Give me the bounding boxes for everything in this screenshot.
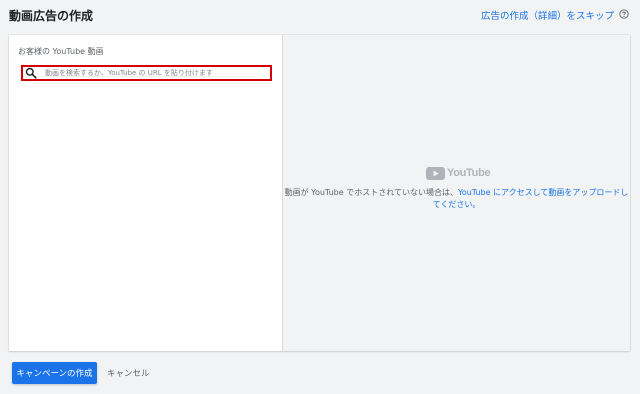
video-preview-panel: YouTube 動画が YouTube でホストされていない場合は、YouTub… (283, 35, 630, 351)
footer-actions: キャンペーンの作成 キャンセル (12, 362, 152, 384)
help-circle-icon[interactable] (619, 9, 629, 19)
search-icon (25, 67, 37, 79)
skip-advanced-creation-link[interactable]: 広告の作成（詳細）をスキップ (481, 8, 614, 22)
page-title: 動画広告の作成 (9, 9, 94, 23)
cancel-button[interactable]: キャンセル (105, 362, 152, 384)
upload-info-prefix: 動画が YouTube でホストされていない場合は、 (284, 188, 458, 197)
create-campaign-button[interactable]: キャンペーンの作成 (12, 362, 97, 384)
youtube-logo-text: YouTube (447, 167, 491, 179)
youtube-video-section-label: お客様の YouTube 動画 (18, 47, 104, 56)
video-ad-card: お客様の YouTube 動画 YouTube 動画が YouTube でホスト… (9, 35, 630, 351)
youtube-upload-link[interactable]: YouTube にアクセスして動画をアップロードしてください。 (433, 188, 629, 209)
video-search-panel: お客様の YouTube 動画 (9, 35, 283, 351)
video-search-box[interactable] (21, 65, 272, 81)
video-search-input[interactable] (45, 67, 267, 79)
youtube-logo: YouTube (426, 166, 491, 180)
upload-info-text: 動画が YouTube でホストされていない場合は、YouTube にアクセスし… (283, 187, 630, 211)
page-header: 動画広告の作成 広告の作成（詳細）をスキップ (0, 0, 640, 30)
youtube-play-icon (426, 166, 445, 180)
